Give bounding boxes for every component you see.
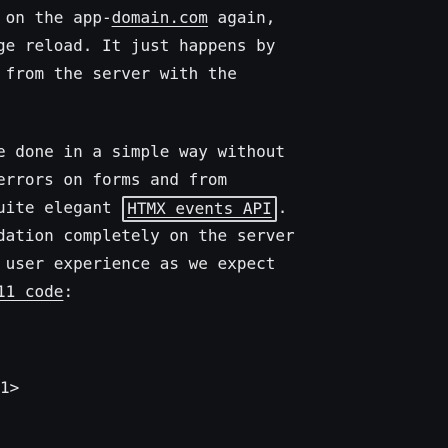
text-segment: : (63, 282, 74, 301)
domain-link[interactable]: domain.com (112, 8, 208, 27)
article-viewport: on the app-domain.com again, ge reload. … (0, 0, 448, 448)
paragraph-line: from the server with the (0, 64, 237, 83)
paragraph-line: 11 code: (0, 278, 73, 306)
paragraph-line: uite elegant HTMX events API. (0, 194, 287, 222)
paragraph-line: e done in a simple way without (0, 142, 285, 161)
inline-code-link[interactable]: 11 code (0, 282, 63, 301)
paragraph-line: errors on forms and from (0, 170, 228, 189)
htmx-events-api-link[interactable]: HTMX events API (122, 195, 277, 222)
text-segment: on the app- (0, 8, 112, 27)
paragraph-line: dation completely on the server (0, 226, 295, 245)
paragraph-line: on the app-domain.com again, (0, 4, 276, 32)
text-segment: . (277, 198, 288, 217)
text-segment: uite elegant (0, 198, 122, 217)
code-snippet-tail: 1> (0, 378, 20, 397)
paragraph-line: user experience as we expect (0, 254, 276, 273)
paragraph-line: ge reload. It just happens by (0, 36, 276, 55)
text-segment: again, (207, 8, 276, 27)
